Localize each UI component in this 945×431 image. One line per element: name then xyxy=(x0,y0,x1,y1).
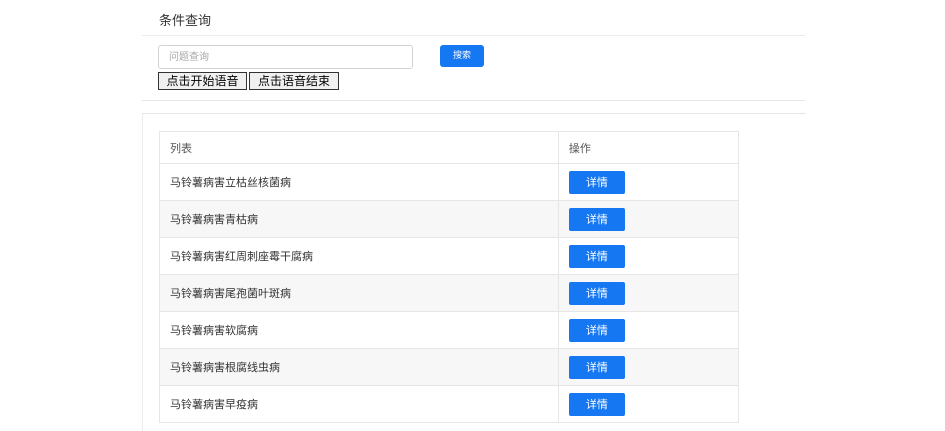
detail-button[interactable]: 详情 xyxy=(568,281,625,305)
query-panel-title: 条件查询 xyxy=(159,14,212,29)
action-cell: 详情 xyxy=(557,200,740,238)
query-panel: 条件查询 搜索 点击开始语音 点击语音结束 xyxy=(142,0,805,101)
disease-name: 马铃薯病害早疫病 xyxy=(159,385,559,423)
table-row: 马铃薯病害红周刺座霉干腐病 详情 xyxy=(159,237,740,275)
disease-name: 马铃薯病害软腐病 xyxy=(159,311,559,349)
action-cell: 详情 xyxy=(557,385,740,423)
table-row: 马铃薯病害早疫病 详情 xyxy=(159,385,740,423)
disease-name: 马铃薯病害根腐线虫病 xyxy=(159,348,559,386)
disease-name: 马铃薯病害青枯病 xyxy=(159,200,559,238)
disease-name: 马铃薯病害立枯丝核菌病 xyxy=(159,163,559,201)
table-row: 马铃薯病害根腐线虫病 详情 xyxy=(159,348,740,386)
voice-start-button[interactable]: 点击开始语音 xyxy=(158,72,247,90)
column-header-action: 操作 xyxy=(557,131,740,164)
detail-button[interactable]: 详情 xyxy=(568,318,625,342)
column-header-list: 列表 xyxy=(159,131,559,164)
table-row: 马铃薯病害青枯病 详情 xyxy=(159,200,740,238)
detail-button[interactable]: 详情 xyxy=(568,207,625,231)
search-input[interactable] xyxy=(158,45,413,69)
table-row: 马铃薯病害软腐病 详情 xyxy=(159,311,740,349)
action-cell: 详情 xyxy=(557,311,740,349)
disease-name: 马铃薯病害红周刺座霉干腐病 xyxy=(159,237,559,275)
search-button[interactable]: 搜索 xyxy=(440,45,484,67)
detail-button[interactable]: 详情 xyxy=(568,392,625,416)
action-cell: 详情 xyxy=(557,274,740,312)
action-cell: 详情 xyxy=(557,163,740,201)
disease-name: 马铃薯病害尾孢菌叶斑病 xyxy=(159,274,559,312)
table-header-row: 列表 操作 xyxy=(159,131,740,164)
list-panel: 列表 操作 马铃薯病害立枯丝核菌病 详情 马铃薯病害青枯病 详情 马铃薯病害红周… xyxy=(142,113,806,431)
disease-table: 列表 操作 马铃薯病害立枯丝核菌病 详情 马铃薯病害青枯病 详情 马铃薯病害红周… xyxy=(159,131,740,423)
table-row: 马铃薯病害尾孢菌叶斑病 详情 xyxy=(159,274,740,312)
detail-button[interactable]: 详情 xyxy=(568,355,625,379)
table-row: 马铃薯病害立枯丝核菌病 详情 xyxy=(159,163,740,201)
detail-button[interactable]: 详情 xyxy=(568,244,625,268)
divider xyxy=(142,35,805,36)
detail-button[interactable]: 详情 xyxy=(568,170,625,194)
action-cell: 详情 xyxy=(557,348,740,386)
voice-end-button[interactable]: 点击语音结束 xyxy=(249,72,339,90)
action-cell: 详情 xyxy=(557,237,740,275)
